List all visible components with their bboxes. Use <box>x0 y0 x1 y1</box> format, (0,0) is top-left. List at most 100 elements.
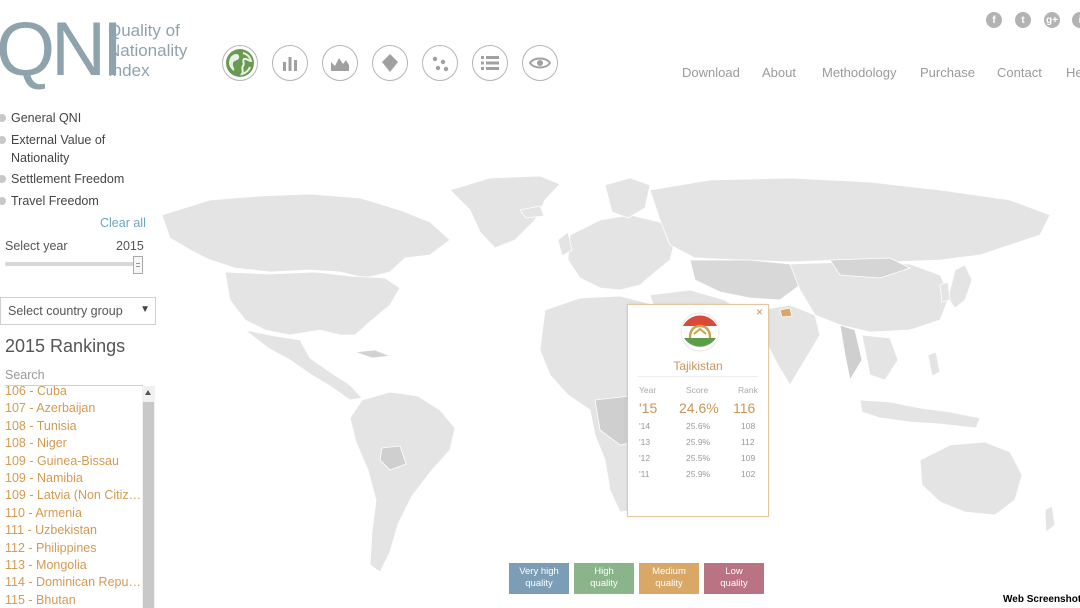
option-external-value[interactable]: External Value of Nationality <box>0 132 110 167</box>
country-usa <box>224 271 401 336</box>
list-item[interactable]: 111 - Uzbekistan <box>5 522 142 539</box>
twitter-icon[interactable]: t <box>1015 12 1031 28</box>
legend-low[interactable]: Low quality <box>704 563 764 594</box>
row-score: 24.6% <box>679 400 719 416</box>
option-label: General QNI <box>11 111 82 125</box>
close-icon[interactable]: × <box>756 305 763 319</box>
facebook-icon[interactable]: f <box>986 12 1002 28</box>
option-travel-freedom[interactable]: Travel Freedom <box>0 193 99 211</box>
radio-button[interactable] <box>0 197 6 205</box>
row-score: 25.6% <box>686 421 711 431</box>
nav-about[interactable]: About <box>762 65 796 80</box>
nav-help[interactable]: He <box>1066 65 1080 80</box>
list-item[interactable]: 109 - Guinea-Bissau <box>5 453 142 470</box>
country-canada <box>161 193 451 279</box>
list-item[interactable]: 113 - Mongolia <box>5 557 142 574</box>
country-scandinavia <box>604 177 651 219</box>
world-map[interactable] <box>150 160 1080 608</box>
radio-button[interactable] <box>0 114 6 122</box>
list-view-button[interactable] <box>472 45 508 81</box>
option-label: Travel Freedom <box>11 194 99 208</box>
country-new-zealand <box>1044 505 1056 533</box>
option-general-qni[interactable]: General QNI <box>0 110 81 128</box>
legend-label: quality <box>590 578 618 589</box>
select-year-label: Select year <box>5 239 68 253</box>
selected-year: 2015 <box>116 239 144 253</box>
list-item[interactable]: 110 - Armenia <box>5 505 142 522</box>
country-group-value: Select country group <box>8 304 123 318</box>
country-popup: × Tajikistan Year Score Rank '15 24.6% 1… <box>627 304 769 517</box>
legend-medium[interactable]: Medium quality <box>639 563 699 594</box>
popup-divider <box>638 376 758 377</box>
legend-label: quality <box>525 578 553 589</box>
country-philippines <box>927 351 941 377</box>
nav-contact[interactable]: Contact <box>997 65 1042 80</box>
legend-high[interactable]: High quality <box>574 563 634 594</box>
row-rank: 112 <box>741 437 755 447</box>
header-year: Year <box>639 385 657 395</box>
list-item[interactable]: 108 - Tunisia <box>5 418 142 435</box>
bar-chart-icon <box>283 57 297 71</box>
list-item[interactable]: 109 - Namibia <box>5 470 142 487</box>
logo-line-2: Nationality <box>108 41 188 60</box>
legend-label: quality <box>720 578 748 589</box>
row-rank: 108 <box>741 421 756 431</box>
social-icon[interactable]: i <box>1072 12 1080 28</box>
clear-all-link[interactable]: Clear all <box>100 216 146 230</box>
row-year: '12 <box>639 453 651 463</box>
dots-icon <box>432 56 449 72</box>
nav-download[interactable]: Download <box>682 65 740 80</box>
radio-button[interactable] <box>0 136 6 144</box>
row-year: '13 <box>639 437 651 447</box>
list-item[interactable]: 114 - Dominican Republic <box>5 574 142 591</box>
logo-line-1: Quality of <box>108 21 180 40</box>
nav-methodology[interactable]: Methodology <box>822 65 896 80</box>
country-india <box>759 304 821 386</box>
diamond-view-button[interactable] <box>372 45 408 81</box>
globe-icon <box>226 49 254 77</box>
legend-label: Medium <box>652 566 686 577</box>
row-score: 25.5% <box>686 453 711 463</box>
country-korea <box>939 281 951 303</box>
area-chart-button[interactable] <box>322 45 358 81</box>
year-slider-handle[interactable] <box>133 256 143 274</box>
country-greenland <box>449 175 561 249</box>
country-indonesia <box>859 399 981 429</box>
list-item[interactable]: 109 - Latvia (Non Citizens) <box>5 487 142 504</box>
legend-label: quality <box>655 578 683 589</box>
scatter-view-button[interactable] <box>422 45 458 81</box>
country-group-select[interactable]: Select country group ▼ <box>0 297 156 325</box>
year-slider-track[interactable] <box>5 262 138 266</box>
country-myanmar <box>839 324 863 382</box>
radio-button[interactable] <box>0 175 6 183</box>
bar-chart-button[interactable] <box>272 45 308 81</box>
row-year: '11 <box>639 469 650 479</box>
country-se-asia <box>861 334 899 381</box>
row-rank: 116 <box>733 400 756 416</box>
legend-label: Very high <box>519 566 559 577</box>
eye-view-button[interactable] <box>522 45 558 81</box>
eye-icon <box>529 57 551 69</box>
list-item[interactable]: 106 - Cuba <box>5 386 142 400</box>
row-rank: 102 <box>741 469 756 479</box>
list-item[interactable]: 115 - Bhutan <box>5 592 142 608</box>
country-south-america <box>349 391 456 573</box>
list-item[interactable]: 112 - Philippines <box>5 540 142 557</box>
list-item[interactable]: 107 - Azerbaijan <box>5 400 142 417</box>
rankings-search-input[interactable] <box>5 364 143 386</box>
logo-line-3: Index <box>108 61 150 80</box>
nav-purchase[interactable]: Purchase <box>920 65 975 80</box>
legend-very-high[interactable]: Very high quality <box>509 563 569 594</box>
country-tajikistan <box>779 307 793 318</box>
list-item[interactable]: 108 - Niger <box>5 435 142 452</box>
rankings-title: 2015 Rankings <box>5 336 126 356</box>
legend-label: High <box>594 566 614 577</box>
country-cuba <box>354 349 391 359</box>
option-settlement-freedom[interactable]: Settlement Freedom <box>0 171 124 189</box>
google-plus-icon[interactable]: g+ <box>1044 12 1060 28</box>
map-view-button[interactable] <box>222 45 258 81</box>
country-japan <box>947 264 973 309</box>
country-central-asia <box>689 259 801 301</box>
option-label: External Value of Nationality <box>11 133 106 165</box>
row-score: 25.9% <box>686 437 711 447</box>
